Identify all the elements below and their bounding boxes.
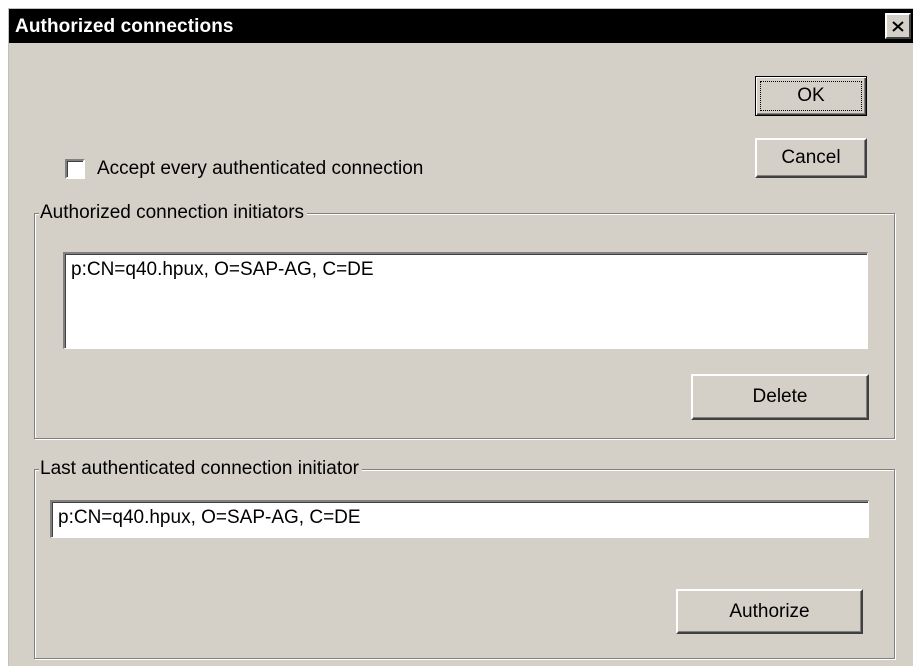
authorized-initiators-legend: Authorized connection initiators (39, 201, 308, 225)
last-initiator-group: Last authenticated connection initiator … (34, 457, 895, 659)
close-button[interactable] (885, 13, 911, 39)
authorize-button[interactable]: Authorize (676, 589, 863, 634)
close-icon (892, 20, 904, 32)
cancel-button[interactable]: Cancel (755, 138, 867, 178)
accept-every-connection-checkbox[interactable] (65, 159, 85, 179)
authorized-connections-dialog: Authorized connections OK Cancel Accept … (8, 8, 913, 666)
authorized-initiators-group: Authorized connection initiators p:CN=q4… (34, 201, 895, 439)
focus-rectangle (760, 81, 862, 111)
accept-every-connection-label: Accept every authenticated connection (97, 158, 424, 179)
last-initiator-field[interactable]: p:CN=q40.hpux, O=SAP-AG, C=DE (50, 500, 869, 538)
delete-button[interactable]: Delete (691, 374, 869, 420)
ok-button[interactable]: OK (755, 76, 867, 116)
authorized-initiators-list[interactable]: p:CN=q40.hpux, O=SAP-AG, C=DE (63, 252, 868, 349)
authorize-button-label: Authorize (729, 600, 810, 622)
cancel-button-label: Cancel (781, 147, 841, 168)
last-initiator-value: p:CN=q40.hpux, O=SAP-AG, C=DE (58, 507, 361, 528)
list-item[interactable]: p:CN=q40.hpux, O=SAP-AG, C=DE (71, 259, 861, 281)
accept-every-connection-checkbox-row[interactable]: Accept every authenticated connection (65, 156, 423, 182)
title-bar[interactable]: Authorized connections (9, 9, 913, 43)
window-title: Authorized connections (15, 16, 234, 37)
delete-button-label: Delete (752, 386, 808, 407)
last-initiator-legend: Last authenticated connection initiator (39, 457, 362, 481)
